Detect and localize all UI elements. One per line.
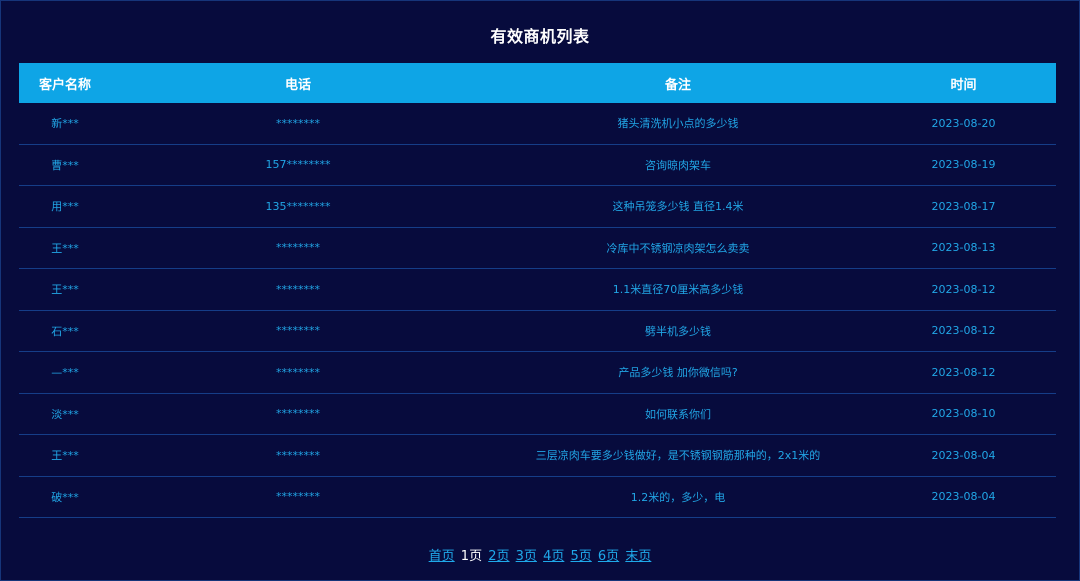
cell-customer-name: 王*** (19, 227, 111, 269)
cell-phone: ******** (111, 103, 485, 145)
cell-phone: ******** (111, 227, 485, 269)
cell-phone: 135******** (111, 185, 485, 228)
column-header-time: 时间 (871, 63, 1056, 103)
table-header: 客户名称 电话 备注 时间 (19, 63, 1056, 103)
pagination-page-link[interactable]: 6页 (598, 549, 619, 564)
table-row: 破*** ******** 1.2米的，多少，电 2023-08-04 (19, 476, 1056, 518)
cell-date: 2023-08-04 (871, 476, 1056, 518)
cell-date: 2023-08-13 (871, 227, 1056, 269)
cell-customer-name: 淡*** (19, 393, 111, 435)
cell-customer-name: 王*** (19, 434, 111, 477)
cell-note: 这种吊笼多少钱 直径1.4米 (485, 185, 871, 228)
cell-note: 如何联系你们 (485, 393, 871, 435)
cell-phone: ******** (111, 351, 485, 394)
cell-customer-name: 用*** (19, 185, 111, 228)
cell-date: 2023-08-19 (871, 144, 1056, 186)
cell-date: 2023-08-17 (871, 185, 1056, 228)
cell-phone: ******** (111, 434, 485, 477)
cell-phone: 157******** (111, 144, 485, 186)
cell-customer-name: 石*** (19, 310, 111, 352)
cell-customer-name: 新*** (19, 103, 111, 145)
page-title: 有效商机列表 (490, 27, 590, 46)
pagination-page-link[interactable]: 4页 (543, 549, 564, 564)
table-row: 王*** ******** 1.1米直径70厘米高多少钱 2023-08-12 (19, 268, 1056, 311)
pagination-page-link[interactable]: 2页 (488, 549, 509, 564)
header-row: 客户名称 电话 备注 时间 (19, 63, 1056, 103)
leads-table: 客户名称 电话 备注 时间 新*** ******** 猪头清洗机小点的多少钱 … (19, 63, 1056, 518)
pagination-page-link[interactable]: 3页 (516, 549, 537, 564)
pagination-last-link[interactable]: 末页 (625, 549, 651, 564)
cell-note: 咨询晾肉架车 (485, 144, 871, 186)
cell-note: 猪头清洗机小点的多少钱 (485, 103, 871, 145)
cell-phone: ******** (111, 476, 485, 518)
panel: 有效商机列表 客户名称 电话 备注 时间 新*** ******** 猪头清洗机… (0, 0, 1080, 581)
cell-note: 劈半机多少钱 (485, 310, 871, 352)
cell-phone: ******** (111, 393, 485, 435)
column-header-note: 备注 (485, 63, 871, 103)
table-row: 曹*** 157******** 咨询晾肉架车 2023-08-19 (19, 144, 1056, 186)
cell-date: 2023-08-12 (871, 351, 1056, 394)
table-body: 新*** ******** 猪头清洗机小点的多少钱 2023-08-20 曹**… (19, 103, 1056, 518)
table-row: 王*** ******** 三层凉肉车要多少钱做好，是不锈钢钢筋那种的，2x1米… (19, 434, 1056, 477)
pagination: 首页 1页 2页 3页 4页 5页 6页 末页 (1, 545, 1079, 564)
table-row: 石*** ******** 劈半机多少钱 2023-08-12 (19, 310, 1056, 352)
cell-date: 2023-08-20 (871, 103, 1056, 145)
table-row: 淡*** ******** 如何联系你们 2023-08-10 (19, 393, 1056, 435)
cell-date: 2023-08-12 (871, 310, 1056, 352)
table-row: 新*** ******** 猪头清洗机小点的多少钱 2023-08-20 (19, 103, 1056, 145)
cell-phone: ******** (111, 310, 485, 352)
cell-note: 1.2米的，多少，电 (485, 476, 871, 518)
cell-customer-name: 曹*** (19, 144, 111, 186)
table-row: 用*** 135******** 这种吊笼多少钱 直径1.4米 2023-08-… (19, 185, 1056, 228)
cell-date: 2023-08-10 (871, 393, 1056, 435)
table-row: —*** ******** 产品多少钱 加你微信吗? 2023-08-12 (19, 351, 1056, 394)
column-header-customer-name: 客户名称 (19, 63, 111, 103)
cell-date: 2023-08-12 (871, 268, 1056, 311)
cell-customer-name: —*** (19, 351, 111, 394)
cell-customer-name: 破*** (19, 476, 111, 518)
pagination-current-page: 1页 (460, 549, 483, 564)
column-header-phone: 电话 (111, 63, 485, 103)
cell-customer-name: 王*** (19, 268, 111, 311)
table-row: 王*** ******** 冷库中不锈钢凉肉架怎么卖卖 2023-08-13 (19, 227, 1056, 269)
cell-note: 1.1米直径70厘米高多少钱 (485, 268, 871, 311)
pagination-page-link[interactable]: 5页 (570, 549, 591, 564)
cell-phone: ******** (111, 268, 485, 311)
cell-note: 冷库中不锈钢凉肉架怎么卖卖 (485, 227, 871, 269)
cell-note: 三层凉肉车要多少钱做好，是不锈钢钢筋那种的，2x1米的 (485, 434, 871, 477)
cell-note: 产品多少钱 加你微信吗? (485, 351, 871, 394)
pagination-first-link[interactable]: 首页 (429, 549, 455, 564)
cell-date: 2023-08-04 (871, 434, 1056, 477)
